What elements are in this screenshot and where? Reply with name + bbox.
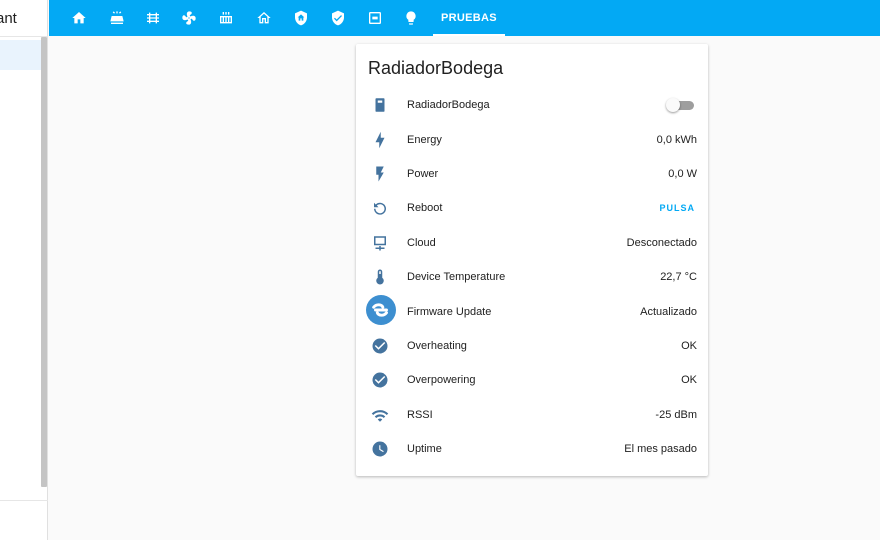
tab-solar[interactable] (99, 0, 135, 36)
switch-toggle[interactable] (666, 98, 694, 112)
sidebar-item-selected[interactable] (0, 40, 42, 70)
entity-row-energy[interactable]: Energy 0,0 kWh (356, 123, 708, 157)
socket-icon (368, 93, 392, 117)
tab-switch[interactable] (357, 0, 393, 36)
shield-check-icon (332, 10, 344, 26)
sidebar-scrollbar[interactable] (41, 37, 47, 487)
lightning-bolt-icon (368, 128, 392, 152)
entity-value: -25 dBm (655, 409, 697, 421)
entity-row-switch[interactable]: RadiadorBodega (356, 88, 708, 122)
entity-name: Firmware Update (407, 306, 492, 318)
tab-fan[interactable] (171, 0, 207, 36)
entity-row-temperature[interactable]: Device Temperature 22,7 °C (356, 260, 708, 294)
cloud-lan-icon (368, 231, 392, 255)
lightbulb-icon (406, 11, 416, 25)
clock-icon (368, 437, 392, 461)
tab-shield-home[interactable] (283, 0, 319, 36)
entity-value: Actualizado (640, 306, 697, 318)
solar-panel-icon (110, 11, 124, 24)
entity-row-overpowering[interactable]: Overpowering OK (356, 363, 708, 397)
shield-home-icon (295, 10, 307, 26)
radiator-icon (147, 12, 159, 24)
entity-value: 0,0 kWh (656, 134, 697, 146)
entity-row-cloud[interactable]: Cloud Desconectado (356, 226, 708, 260)
flash-icon (368, 162, 392, 186)
entity-name: Cloud (407, 237, 436, 249)
entity-value: OK (681, 374, 697, 386)
entity-name: Uptime (407, 443, 442, 455)
tab-pruebas-label: PRUEBAS (441, 12, 497, 24)
tab-light[interactable] (393, 0, 429, 36)
heater-icon (220, 12, 232, 24)
app-title: ant (0, 9, 17, 27)
entity-row-reboot: Reboot PULSA (356, 191, 708, 225)
entity-row-rssi[interactable]: RSSI -25 dBm (356, 398, 708, 432)
switch-icon (369, 12, 381, 24)
entity-row-uptime[interactable]: Uptime El mes pasado (356, 432, 708, 466)
entity-value: El mes pasado (624, 443, 697, 455)
entity-name: Energy (407, 134, 442, 146)
shelly-logo (366, 295, 396, 325)
home-icon (72, 12, 86, 24)
toggle-knob (666, 98, 680, 112)
entity-name: Reboot (407, 202, 443, 214)
thermometer-icon (368, 265, 392, 289)
tab-heater[interactable] (208, 0, 244, 36)
fan-auto-icon (182, 11, 196, 25)
entity-value: Desconectado (626, 237, 697, 249)
wifi-icon (368, 403, 392, 427)
entity-name: Overheating (407, 340, 467, 352)
tab-shield-check[interactable] (320, 0, 356, 36)
active-tab-indicator (433, 34, 505, 36)
entity-value: OK (681, 340, 697, 352)
tab-home-2[interactable] (246, 0, 282, 36)
entity-name: Power (407, 168, 439, 180)
entity-name: Device Temperature (407, 271, 506, 283)
restart-icon (368, 196, 392, 220)
entity-name: Overpowering (407, 374, 476, 386)
top-app-bar: PRUEBAS (49, 0, 880, 36)
check-circle-icon (368, 368, 392, 392)
sidebar: ant (0, 0, 48, 540)
entity-name: RSSI (407, 409, 433, 421)
sidebar-divider (0, 500, 48, 501)
press-button[interactable]: PULSA (659, 191, 695, 225)
entities-card: RadiadorBodega RadiadorBodega Energy 0,0… (356, 44, 708, 476)
entity-row-power[interactable]: Power 0,0 W (356, 157, 708, 191)
check-circle-icon (368, 334, 392, 358)
card-title: RadiadorBodega (368, 58, 504, 78)
entity-row-firmware[interactable]: Firmware Update Actualizado (356, 295, 708, 329)
home-outline-icon (257, 12, 271, 24)
tab-pruebas[interactable]: PRUEBAS (433, 0, 505, 36)
entity-row-overheating[interactable]: Overheating OK (356, 329, 708, 363)
entity-name: RadiadorBodega (407, 99, 490, 111)
entity-value: 22,7 °C (660, 271, 697, 283)
tab-radiator[interactable] (135, 0, 171, 36)
tab-home[interactable] (61, 0, 97, 36)
entity-value: 0,0 W (668, 168, 697, 180)
